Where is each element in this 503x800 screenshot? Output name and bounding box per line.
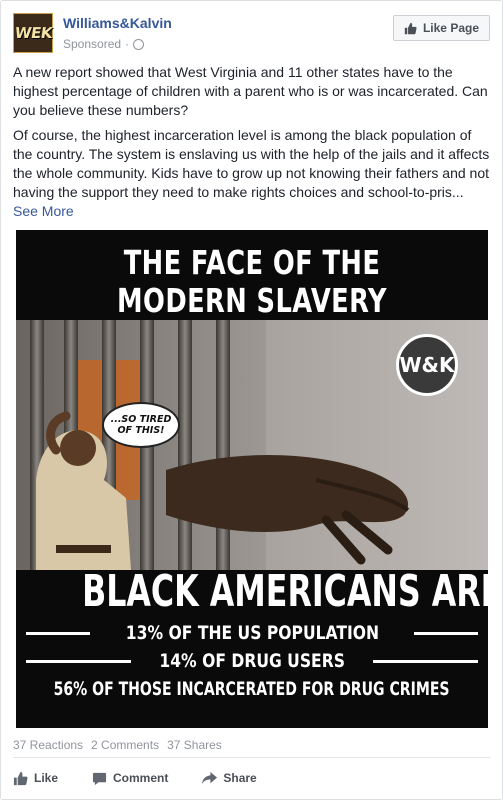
like-button[interactable]: Like [13,771,58,786]
globe-icon [133,38,145,50]
stat-rule-right [414,631,478,635]
bubble-line-1: ...SO TIRED [110,414,172,425]
like-page-button[interactable]: Like Page [392,15,490,41]
stat-rule-left [26,631,90,635]
speech-bubble: ...SO TIRED OF THIS! [102,402,180,448]
stat-line-3: 56% OF THOSE INCARCERATED FOR DRUG CRIME… [26,678,478,700]
share-label: Share [223,771,257,785]
see-more-link[interactable]: See More [13,203,74,219]
stat-line-1: 13% OF THE US POPULATION [26,622,478,644]
meta-separator: · [125,37,130,51]
post-header: WEK Williams&Kalvin Sponsored · Like Pag… [13,13,490,57]
stat-2-text: 14% OF DRUG USERS [159,650,345,672]
post-paragraph-1: A new report showed that West Virginia a… [13,64,488,118]
like-label: Like [34,771,59,785]
thumbs-up-icon [13,771,28,785]
bubble-line-2: OF THIS! [117,425,165,436]
reactions-count[interactable]: 37 Reactions [13,738,83,752]
headline-line-1: THE FACE OF THE [123,243,381,282]
shares-count[interactable]: 37 Shares [167,738,222,752]
image-bottom-title: BLACK AMERICANS ARE [82,566,488,617]
sponsored-post-card: WEK Williams&Kalvin Sponsored · Like Pag… [0,0,503,800]
stat-1-text: 13% OF THE US POPULATION [125,622,379,644]
post-paragraph-2-text: Of course, the highest incarceration lev… [13,127,490,200]
image-headline: THE FACE OF THE MODERN SLAVERY [68,244,436,320]
comment-icon [92,772,107,785]
stat-line-2: 14% OF DRUG USERS [26,650,479,672]
wk-logo-text: W&K [399,353,455,377]
post-image[interactable]: THE FACE OF THE MODERN SLAVERY W&K ...SO… [16,230,488,728]
avatar-text: WEK [13,24,53,42]
stat-rule-right [373,659,479,663]
post-actions: Like Comment Share [13,767,490,789]
post-paragraph-2: Of course, the highest incarceration lev… [13,126,491,221]
post-meta: Sponsored · [63,37,145,51]
stat-rule-left [26,659,131,663]
comment-label: Comment [113,771,169,785]
post-text: A new report showed that West Virginia a… [13,63,491,227]
share-arrow-icon [202,771,218,784]
share-button[interactable]: Share [202,771,257,786]
actions-divider [13,757,490,758]
thumbs-up-icon [404,22,417,34]
engagement-stats: 37 Reactions 2 Comments 37 Shares [13,738,222,752]
like-page-label: Like Page [422,21,479,35]
wk-logo-icon: W&K [396,334,458,396]
comments-count[interactable]: 2 Comments [91,738,159,752]
stat-3-text: 56% OF THOSE INCARCERATED FOR DRUG CRIME… [54,678,450,700]
headline-line-2: MODERN SLAVERY [117,281,387,320]
page-name-link[interactable]: Williams&Kalvin [63,15,172,31]
sponsored-label[interactable]: Sponsored [63,37,121,51]
comment-button[interactable]: Comment [92,771,168,786]
page-avatar[interactable]: WEK [13,13,53,53]
